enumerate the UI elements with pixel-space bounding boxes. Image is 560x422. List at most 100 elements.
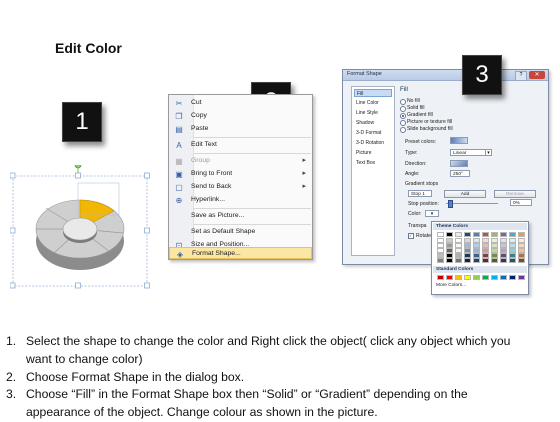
color-swatch[interactable] [455, 275, 462, 280]
direction-dropdown[interactable] [450, 160, 468, 167]
color-swatch[interactable] [437, 232, 444, 237]
menu-item-cut[interactable]: ✂ Cut [169, 97, 312, 110]
color-swatch[interactable] [509, 232, 516, 237]
step-callout-3: 3 [462, 55, 502, 95]
color-swatch[interactable] [455, 232, 462, 237]
menu-item-hyperlink[interactable]: ⊕ Hyperlink... [169, 194, 312, 207]
more-colors-link[interactable]: More Colors... [436, 283, 466, 288]
color-swatch[interactable] [509, 275, 516, 280]
submenu-arrow-icon: ▸ [302, 170, 306, 177]
color-swatch[interactable] [446, 258, 453, 263]
help-icon[interactable]: ? [515, 71, 527, 81]
menu-item-copy[interactable]: ❐ Copy [169, 110, 312, 123]
color-swatch[interactable] [518, 258, 525, 263]
resize-handle[interactable] [75, 172, 81, 179]
color-swatch[interactable] [473, 275, 480, 280]
color-swatch[interactable] [464, 258, 471, 263]
dialog-title: Format Shape [347, 71, 382, 77]
nav-item-line-color[interactable]: Line Color [354, 99, 392, 107]
resize-handle[interactable] [9, 282, 16, 289]
preset-colors-dropdown[interactable] [450, 137, 468, 144]
color-swatch[interactable] [518, 275, 525, 280]
stop-position-slider[interactable] [446, 203, 498, 204]
nav-item-3d-format[interactable]: 3-D Format [354, 129, 392, 137]
radio-slide-bg-fill[interactable]: Slide background fill [400, 126, 520, 133]
transparency-label: Transpa [408, 223, 427, 229]
color-swatch[interactable] [491, 275, 498, 280]
gradient-stops-label: Gradient stops [405, 181, 439, 187]
dialog-nav: Fill Line Color Line Style Shadow 3-D Fo… [351, 86, 395, 256]
color-swatch[interactable] [473, 258, 480, 263]
type-dropdown[interactable]: Linear [450, 149, 486, 156]
menu-item-save-as-picture[interactable]: Save as Picture... [169, 210, 312, 223]
step-3: 3. Choose “Fill” in the Format Shape box … [6, 387, 468, 420]
menu-item-format-shape[interactable]: ◈ Format Shape... [169, 247, 312, 259]
color-swatch[interactable] [464, 275, 471, 280]
color-swatch[interactable] [464, 232, 471, 237]
radio-solid-fill[interactable]: Solid fill [400, 105, 520, 112]
resize-handle[interactable] [144, 172, 150, 179]
paste-icon: ▤ [175, 125, 183, 134]
rotate-checkbox[interactable]: ✓ Rotate [408, 233, 431, 239]
instruction-steps: 1. Select the shape to change the color a… [6, 333, 556, 422]
color-swatch[interactable] [473, 232, 480, 237]
color-swatch[interactable] [446, 275, 453, 280]
color-swatch[interactable] [437, 258, 444, 263]
resize-handle[interactable] [9, 227, 16, 234]
bring-front-icon: ▣ [175, 170, 183, 179]
color-swatch[interactable] [446, 232, 453, 237]
rotate-handle[interactable] [74, 161, 82, 169]
color-swatch[interactable] [482, 232, 489, 237]
color-swatch[interactable] [491, 232, 498, 237]
scissors-icon: ✂ [175, 99, 183, 108]
color-swatch[interactable] [500, 258, 507, 263]
close-icon[interactable]: ✕ [529, 71, 545, 79]
resize-handle[interactable] [144, 282, 150, 289]
menu-item-bring-to-front[interactable]: ▣ Bring to Front ▸ [169, 168, 312, 181]
selected-ring-shape[interactable] [9, 161, 170, 295]
color-swatch[interactable] [482, 258, 489, 263]
stop-position-label: Stop position: [408, 201, 439, 207]
nav-item-line-style[interactable]: Line Style [354, 109, 392, 117]
remove-stop-button[interactable]: Remove [494, 190, 536, 198]
radio-gradient-fill[interactable]: Gradient fill [400, 112, 520, 119]
resize-handle[interactable] [144, 227, 150, 234]
format-shape-icon: ◈ [176, 250, 184, 259]
nav-item-picture[interactable]: Picture [354, 149, 392, 157]
resize-handle[interactable] [75, 282, 81, 289]
nav-item-text-box[interactable]: Text Box [354, 159, 392, 167]
color-swatch[interactable] [455, 258, 462, 263]
color-swatch[interactable] [491, 258, 498, 263]
step-callout-1: 1 [62, 102, 102, 142]
color-swatch[interactable] [500, 232, 507, 237]
stop-position-input[interactable]: 0% [510, 199, 532, 206]
color-swatch[interactable] [437, 275, 444, 280]
angle-input[interactable]: 250° [450, 170, 470, 177]
nav-item-3d-rotation[interactable]: 3-D Rotation [354, 139, 392, 147]
menu-item-paste[interactable]: ▤ Paste [169, 123, 312, 136]
slider-thumb[interactable] [448, 200, 453, 208]
color-swatch[interactable] [509, 258, 516, 263]
color-swatch[interactable] [518, 232, 525, 237]
submenu-arrow-icon: ▸ [302, 157, 306, 164]
menu-item-set-default-shape[interactable]: Set as Default Shape [169, 226, 312, 239]
radio-no-fill[interactable]: No fill [400, 98, 520, 105]
nav-item-fill[interactable]: Fill [354, 89, 392, 97]
direction-label: Direction: [405, 161, 427, 167]
theme-colors-header: Theme Colors [433, 223, 527, 230]
type-label: Type: [405, 150, 418, 156]
hyperlink-icon: ⊕ [175, 196, 183, 205]
menu-item-edit-text[interactable]: A Edit Text [169, 139, 312, 152]
add-stop-button[interactable]: Add [444, 190, 486, 198]
color-swatch[interactable] [500, 275, 507, 280]
menu-item-group[interactable]: ▦ Group ▸ [169, 155, 312, 168]
nav-item-shadow[interactable]: Shadow [354, 119, 392, 127]
radio-picture-fill[interactable]: Picture or texture fill [400, 119, 520, 126]
resize-handle[interactable] [9, 172, 16, 179]
menu-item-send-to-back[interactable]: ▢ Send to Back ▸ [169, 181, 312, 194]
color-swatch[interactable] [482, 275, 489, 280]
color-picker-button[interactable]: ▾ [425, 210, 439, 217]
stop-dropdown[interactable]: Stop 1 [408, 190, 432, 197]
copy-icon: ❐ [175, 112, 183, 121]
chevron-down-icon[interactable]: ▾ [485, 149, 492, 156]
